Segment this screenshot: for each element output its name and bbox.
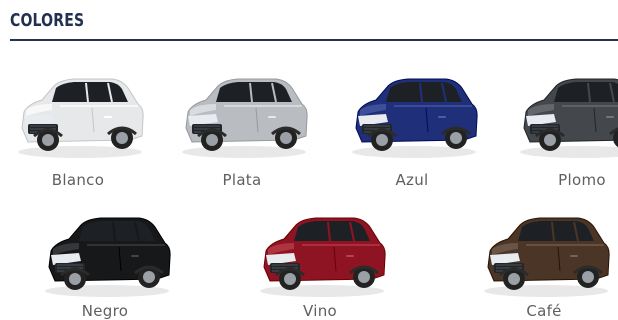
section-title: COLORES (10, 10, 85, 31)
color-option-plata[interactable]: Plata (172, 66, 312, 196)
color-option-plomo[interactable]: Plomo (510, 66, 618, 196)
color-option-blanco[interactable]: Blanco (8, 66, 148, 196)
color-label: Negro (81, 302, 129, 320)
car-image (45, 217, 171, 297)
section-divider (10, 39, 618, 41)
color-label: Plomo (558, 171, 606, 189)
car-image (18, 78, 144, 158)
color-option-azul[interactable]: Azul (342, 66, 482, 196)
color-option-vino[interactable]: Vino (250, 205, 390, 320)
car-image (352, 78, 478, 158)
car-image (260, 217, 386, 297)
color-label: Azul (395, 171, 429, 189)
color-label: Café (526, 302, 562, 320)
color-option-cafe[interactable]: Café (474, 205, 614, 320)
color-option-negro[interactable]: Negro (35, 205, 175, 320)
color-label: Plata (222, 171, 262, 189)
color-label: Blanco (51, 171, 105, 189)
car-image (182, 78, 308, 158)
car-image (520, 78, 618, 158)
car-image (484, 217, 610, 297)
color-label: Vino (303, 302, 337, 320)
